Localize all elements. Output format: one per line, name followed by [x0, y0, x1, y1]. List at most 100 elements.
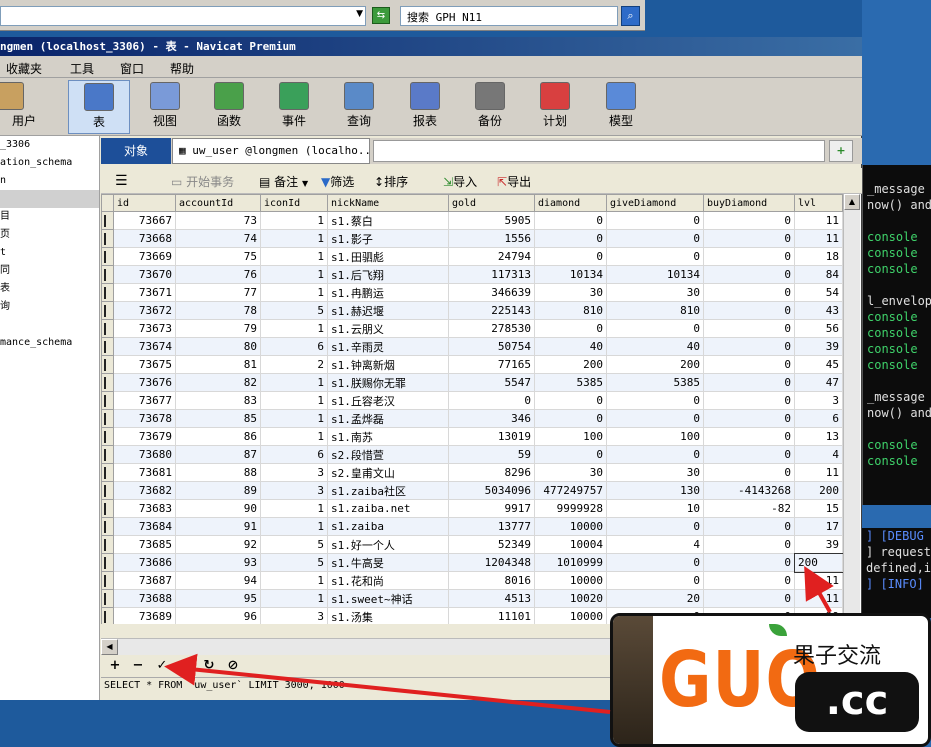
cell-iconId[interactable]: 3: [260, 607, 328, 624]
cell-nickName[interactable]: s1.南苏: [327, 427, 449, 446]
cell-nickName[interactable]: s1.钟离新烟: [327, 355, 449, 374]
cell-accountId[interactable]: 87: [175, 445, 261, 464]
table-row[interactable]: 73676 82 1 s1.朕赐你无罪 5547 5385 5385 0 47: [101, 373, 843, 392]
cell-id[interactable]: 73683: [113, 499, 176, 518]
cell-diamond[interactable]: 30: [534, 463, 607, 482]
address-dropdown[interactable]: ▼: [0, 6, 366, 26]
cell-accountId[interactable]: 80: [175, 337, 261, 356]
cell-diamond[interactable]: 10004: [534, 535, 607, 554]
cell-lvl[interactable]: 39: [794, 535, 843, 554]
cell-diamond[interactable]: 200: [534, 355, 607, 374]
table-row[interactable]: 73683 90 1 s1.zaiba.net 9917 9999928 10 -82 15: [101, 499, 843, 518]
cell-buyDiamond[interactable]: 0: [703, 589, 795, 608]
cell-giveDiamond[interactable]: 810: [606, 301, 704, 320]
cell-nickName[interactable]: s1.朕赐你无罪: [327, 373, 449, 392]
cell-id[interactable]: 73668: [113, 229, 176, 248]
cell-accountId[interactable]: 85: [175, 409, 261, 428]
cell-nickName[interactable]: s1.影子: [327, 229, 449, 248]
row-indicator[interactable]: [101, 355, 114, 374]
cell-id[interactable]: 73672: [113, 301, 176, 320]
cell-giveDiamond[interactable]: 0: [606, 319, 704, 338]
cell-giveDiamond[interactable]: 0: [606, 229, 704, 248]
search-input[interactable]: 搜索 GPH N11: [400, 6, 618, 26]
table-row[interactable]: 73667 73 1 s1.蔡白 5905 0 0 0 11: [101, 211, 843, 230]
table-row[interactable]: 73681 88 3 s2.皇甫文山 8296 30 30 0 11: [101, 463, 843, 482]
apply-changes-button[interactable]: ✓: [154, 658, 170, 674]
sort-button[interactable]: ↕排序: [374, 173, 408, 190]
cell-accountId[interactable]: 79: [175, 319, 261, 338]
cell-id[interactable]: 73670: [113, 265, 176, 284]
row-indicator[interactable]: [101, 535, 114, 554]
cell-accountId[interactable]: 86: [175, 427, 261, 446]
table-row[interactable]: 73682 89 3 s1.zaiba社区 5034096 477249757 130 -41…: [101, 481, 843, 500]
cell-iconId[interactable]: 1: [260, 571, 328, 590]
cell-gold[interactable]: 117313: [448, 265, 535, 284]
row-indicator[interactable]: [101, 247, 114, 266]
cell-nickName[interactable]: s1.好一个人: [327, 535, 449, 554]
cell-gold[interactable]: 278530: [448, 319, 535, 338]
scroll-up-icon[interactable]: ▲: [844, 194, 860, 210]
cell-id[interactable]: 73682: [113, 481, 176, 500]
cell-diamond[interactable]: 810: [534, 301, 607, 320]
vertical-scrollbar[interactable]: ▲: [843, 194, 860, 624]
cell-giveDiamond[interactable]: 30: [606, 283, 704, 302]
cell-giveDiamond[interactable]: 5385: [606, 373, 704, 392]
cell-lvl[interactable]: 54: [794, 283, 843, 302]
cell-id[interactable]: 73676: [113, 373, 176, 392]
cell-iconId[interactable]: 3: [260, 481, 328, 500]
cell-lvl[interactable]: 18: [794, 247, 843, 266]
cell-lvl[interactable]: 47: [794, 373, 843, 392]
cell-id[interactable]: 73686: [113, 553, 176, 572]
cell-iconId[interactable]: 6: [260, 337, 328, 356]
cell-id[interactable]: 73674: [113, 337, 176, 356]
discard-changes-button[interactable]: ×: [177, 658, 193, 674]
cell-diamond[interactable]: 0: [534, 247, 607, 266]
cell-giveDiamond[interactable]: 200: [606, 355, 704, 374]
cell-lvl[interactable]: 200: [793, 552, 844, 573]
cell-nickName[interactable]: s1.zaiba.net: [327, 499, 449, 518]
table-row[interactable]: 73677 83 1 s1.丘容老汉 0 0 0 0 3: [101, 391, 843, 410]
table-row[interactable]: 73675 81 2 s1.钟离新烟 77165 200 200 0 45: [101, 355, 843, 374]
hamburger-icon[interactable]: ☰: [115, 173, 128, 189]
cell-lvl[interactable]: 17: [794, 517, 843, 536]
toolbar-query-button[interactable]: 查询: [328, 80, 390, 134]
row-indicator[interactable]: [101, 391, 114, 410]
menu-window[interactable]: 窗口: [120, 60, 144, 77]
cell-lvl[interactable]: 15: [794, 499, 843, 518]
tree-item[interactable]: ation_schema: [0, 154, 99, 172]
cell-id[interactable]: 73677: [113, 391, 176, 410]
cell-id[interactable]: 73673: [113, 319, 176, 338]
cell-lvl[interactable]: 4: [794, 445, 843, 464]
cell-gold[interactable]: 346: [448, 409, 535, 428]
menu-tools[interactable]: 工具: [70, 60, 94, 77]
cell-gold[interactable]: 0: [448, 391, 535, 410]
toolbar-table-button[interactable]: 表: [68, 80, 130, 134]
tree-item[interactable]: [0, 316, 99, 334]
tab-objects[interactable]: 对象: [101, 138, 171, 164]
row-indicator[interactable]: [101, 571, 114, 590]
stop-button[interactable]: ⊘: [225, 658, 241, 674]
column-header-iconId[interactable]: iconId: [260, 194, 328, 212]
column-header-id[interactable]: id: [113, 194, 176, 212]
cell-id[interactable]: 73675: [113, 355, 176, 374]
table-row[interactable]: 73678 85 1 s1.孟烨磊 346 0 0 0 6: [101, 409, 843, 428]
cell-gold[interactable]: 4513: [448, 589, 535, 608]
table-row[interactable]: 73673 79 1 s1.云朋义 278530 0 0 0 56: [101, 319, 843, 338]
cell-iconId[interactable]: 5: [260, 535, 328, 554]
cell-id[interactable]: 73685: [113, 535, 176, 554]
table-row[interactable]: 73688 95 1 s1.sweet~神话 4513 10020 20 0 11: [101, 589, 843, 608]
cell-accountId[interactable]: 94: [175, 571, 261, 590]
cell-nickName[interactable]: s2.皇甫文山: [327, 463, 449, 482]
cell-diamond[interactable]: 0: [534, 319, 607, 338]
cell-nickName[interactable]: s1.花和尚: [327, 571, 449, 590]
cell-giveDiamond[interactable]: 20: [606, 589, 704, 608]
cell-lvl[interactable]: 13: [794, 427, 843, 446]
export-button[interactable]: ⇱导出: [497, 173, 531, 190]
cell-diamond[interactable]: 10000: [534, 607, 607, 624]
cell-giveDiamond[interactable]: 0: [606, 517, 704, 536]
cell-iconId[interactable]: 1: [260, 229, 328, 248]
cell-giveDiamond[interactable]: 0: [606, 409, 704, 428]
cell-lvl[interactable]: 84: [794, 265, 843, 284]
cell-lvl[interactable]: 200: [794, 481, 843, 500]
cell-gold[interactable]: 52349: [448, 535, 535, 554]
